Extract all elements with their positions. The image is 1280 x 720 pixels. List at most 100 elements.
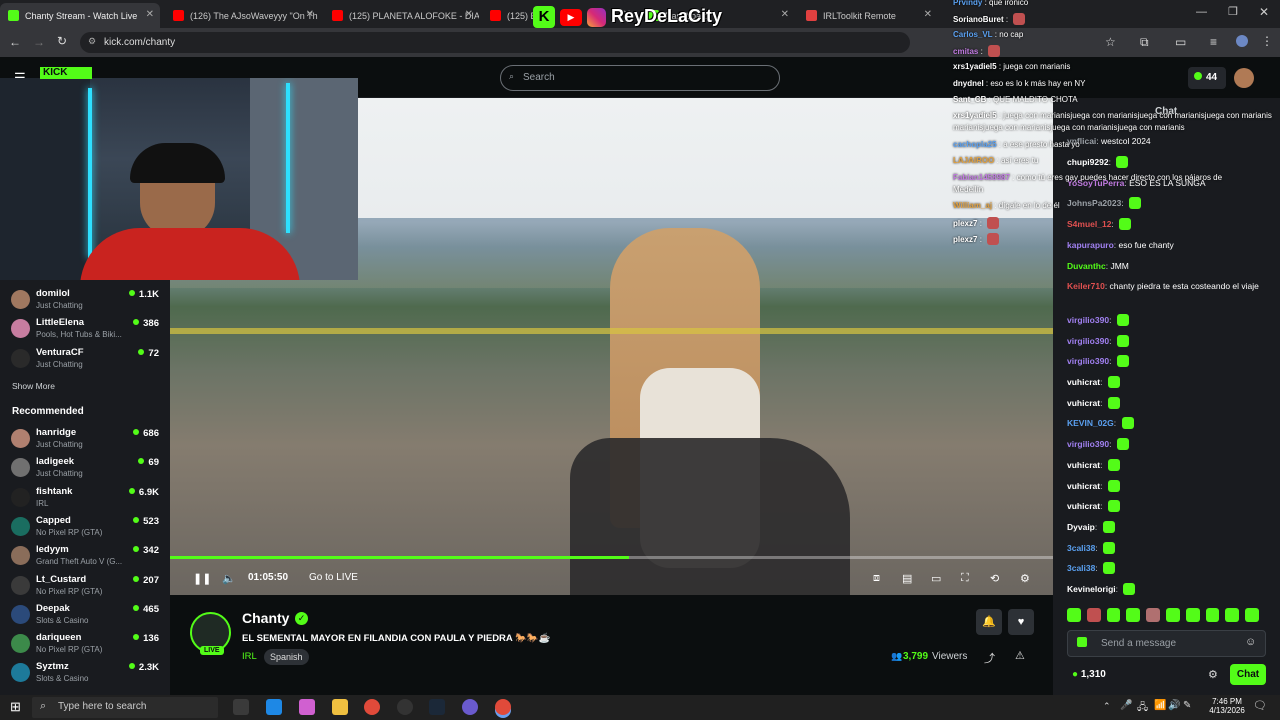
media-icon[interactable]: ≡ — [1210, 35, 1217, 49]
sidebar-channel[interactable]: domilol Just Chatting 1.1K — [0, 286, 170, 315]
show-more-link[interactable]: Show More — [12, 381, 55, 391]
go-to-live-button[interactable]: Go to LIVE — [309, 572, 358, 583]
chat-username[interactable]: vuhicrat — [1067, 481, 1100, 491]
chat-username[interactable]: vuhicrat — [1067, 460, 1100, 470]
tab-close-icon[interactable]: ✕ — [924, 9, 932, 20]
fullscreen-icon[interactable]: ⛶ — [961, 572, 969, 585]
sidebar-channel[interactable]: LittleElena Pools, Hot Tubs & Biki... 386 — [0, 315, 170, 344]
chat-username[interactable]: vuhicrat — [1067, 501, 1100, 511]
chrome-icon[interactable] — [364, 699, 380, 715]
chat-username[interactable]: 3cali38 — [1067, 563, 1095, 573]
clip-icon[interactable]: ▤ — [902, 572, 912, 585]
sidebar-channel[interactable]: Capped No Pixel RP (GTA) 523 — [0, 513, 170, 542]
report-icon[interactable]: ⚠ — [1015, 649, 1025, 662]
maximize-icon[interactable]: ❐ — [1228, 5, 1238, 18]
chat-username[interactable]: virgilio390 — [1067, 439, 1109, 449]
chat-input[interactable]: Send a message — [1067, 630, 1266, 657]
chat-username[interactable]: S4muel_12 — [1067, 219, 1111, 229]
minimize-icon[interactable]: — — [1196, 6, 1207, 18]
chat-username[interactable]: Dyvaip — [1067, 522, 1095, 532]
taskbar-clock[interactable]: 7:46 PM 4/13/2026 — [1207, 697, 1247, 715]
rewind-icon[interactable]: ⟲ — [990, 572, 999, 585]
chat-username[interactable]: virgilio390 — [1067, 356, 1109, 366]
pen-icon[interactable]: ✎ — [1183, 700, 1191, 711]
wifi-icon[interactable]: 📶 — [1154, 700, 1166, 711]
chat-username[interactable]: Kevinelorigi — [1067, 584, 1116, 594]
sidebar-channel[interactable]: ladigeek Just Chatting 69 — [0, 454, 170, 483]
chat-username[interactable]: 3cali38 — [1067, 543, 1095, 553]
sidebar-channel[interactable]: dariqueen No Pixel RP (GTA) 136 — [0, 630, 170, 659]
chat-settings-icon[interactable]: ⚙ — [1208, 668, 1218, 681]
tab-close-icon[interactable]: ✕ — [306, 9, 314, 20]
follow-heart-icon[interactable]: ♥ — [1008, 609, 1034, 635]
browser-menu-icon[interactable]: ⋮ — [1261, 34, 1273, 48]
chat-username[interactable]: Keiler710 — [1067, 281, 1105, 291]
chat-username[interactable]: vuhicrat — [1067, 398, 1100, 408]
tray-chevron-icon[interactable]: ⌃ — [1103, 701, 1111, 712]
notification-bell-icon[interactable]: 🔔 — [976, 609, 1002, 635]
reload-icon[interactable]: ↻ — [57, 34, 67, 48]
sidebar-channel[interactable]: Syztmz Slots & Casino 2.3K — [0, 659, 170, 688]
emote-quickbar[interactable] — [1067, 608, 1259, 622]
copilot-icon[interactable] — [299, 699, 315, 715]
emoji-icon[interactable]: ☺ — [1245, 636, 1256, 648]
browser-tab[interactable]: IRLToolkit Remote ✕ — [798, 3, 938, 28]
forward-icon[interactable]: → — [33, 35, 45, 49]
edge-icon[interactable] — [266, 699, 282, 715]
miniplayer-icon[interactable]: ⧈ — [873, 572, 880, 585]
tab-close-icon[interactable]: ✕ — [465, 9, 473, 20]
settings-gear-icon[interactable]: ⚙ — [1020, 572, 1030, 585]
browser-tab[interactable]: (125) PLANETA ALOFOKE - DIA ✕ — [324, 3, 479, 28]
mic-icon[interactable]: 🎤 — [1120, 700, 1132, 711]
share-icon[interactable]: ⤴ — [984, 650, 995, 666]
network-icon[interactable]: 🖧 — [1137, 700, 1148, 717]
language-tag[interactable]: Spanish — [264, 649, 309, 665]
close-window-icon[interactable]: ✕ — [1259, 5, 1269, 19]
theater-mode-icon[interactable]: ▭ — [931, 572, 941, 585]
chat-username[interactable]: Duvanthc — [1067, 261, 1106, 271]
search-input[interactable]: Search — [500, 65, 780, 91]
browser-tab[interactable]: (126) The AJsoWaveyyy "On Th ✕ — [165, 3, 320, 28]
chat-send-button[interactable]: Chat — [1230, 664, 1266, 685]
chat-points[interactable]: ● 1,310 — [1072, 669, 1106, 680]
chat-username[interactable]: virgilio390 — [1067, 336, 1109, 346]
kick-logo[interactable]: KICK — [40, 67, 92, 79]
extensions-icon[interactable]: ⧉ — [1140, 35, 1149, 50]
sidebar-channel[interactable]: hanridge Just Chatting 686 — [0, 425, 170, 454]
chat-username[interactable]: JohnsPa2023 — [1067, 198, 1121, 208]
sidebar-channel[interactable]: VenturaCF Just Chatting 72 — [0, 345, 170, 374]
site-info-icon[interactable]: ⚙ — [88, 36, 96, 47]
obs-icon[interactable] — [397, 699, 413, 715]
pause-icon[interactable]: ❚❚ — [193, 572, 211, 585]
chat-username[interactable]: kapurapuro — [1067, 240, 1114, 250]
sidebar-channel[interactable]: ledyym Grand Theft Auto V (G... 342 — [0, 542, 170, 571]
category-link[interactable]: IRL — [242, 651, 257, 662]
bookmark-star-icon[interactable]: ☆ — [1105, 35, 1116, 49]
discord-icon[interactable] — [462, 699, 478, 715]
sidebar-channel[interactable]: Deepak Slots & Casino 465 — [0, 601, 170, 630]
file-explorer-icon[interactable] — [332, 699, 348, 715]
streamer-name[interactable]: Chanty — [242, 610, 289, 626]
task-view-icon[interactable] — [233, 699, 249, 715]
chat-username[interactable]: vuhicrat — [1067, 377, 1100, 387]
browser-tab[interactable]: Chanty Stream - Watch Live ✕ — [0, 3, 160, 28]
chat-username[interactable]: KEVIN_02G — [1067, 418, 1114, 428]
back-icon[interactable]: ← — [9, 35, 21, 49]
steam-icon[interactable] — [429, 699, 445, 715]
windows-start-icon[interactable]: ⊞ — [10, 699, 21, 715]
taskbar-search[interactable]: Type here to search — [32, 697, 218, 718]
speaker-icon[interactable]: 🔊 — [1168, 700, 1180, 711]
cast-icon[interactable]: ▭ — [1175, 35, 1186, 49]
notifications-icon[interactable]: 🗨 — [1253, 699, 1267, 712]
chat-username[interactable]: chupi9292 — [1067, 157, 1109, 167]
chat-username[interactable]: virgilio390 — [1067, 315, 1109, 325]
tab-close-icon[interactable]: ✕ — [146, 9, 154, 20]
volume-icon[interactable]: 🔈 — [222, 572, 236, 585]
points-badge[interactable]: 44 — [1188, 67, 1226, 89]
profile-avatar[interactable] — [1236, 35, 1248, 47]
tab-close-icon[interactable]: ✕ — [781, 9, 789, 20]
user-avatar[interactable] — [1234, 68, 1254, 88]
chat-emote-picker-icon[interactable] — [1077, 637, 1087, 647]
chrome-active-icon[interactable] — [495, 699, 511, 715]
url-field[interactable]: kick.com/chanty — [80, 32, 910, 53]
